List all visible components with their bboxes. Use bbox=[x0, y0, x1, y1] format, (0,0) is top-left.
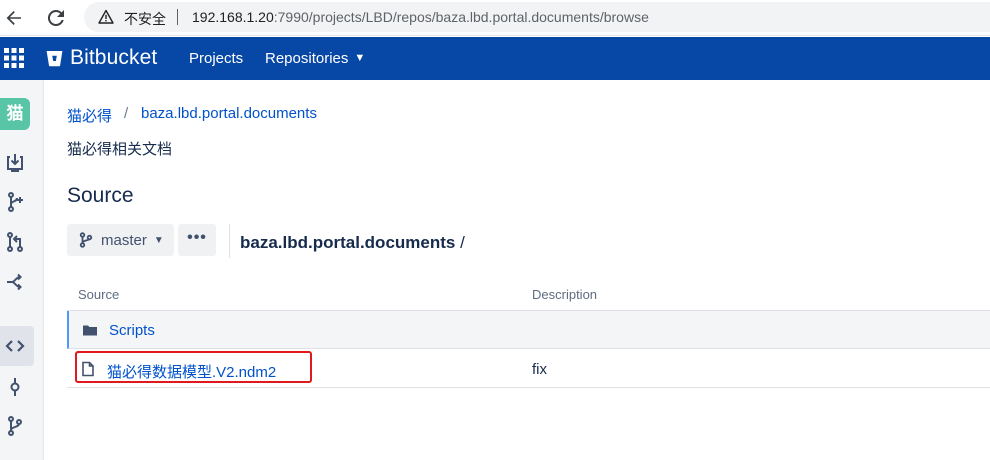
browser-toolbar: 不安全 192.168.1.20:7990/projects/LBD/repos… bbox=[0, 0, 990, 36]
nav-projects[interactable]: Projects bbox=[189, 50, 243, 67]
branch-selector-button[interactable]: master ▼ bbox=[67, 224, 174, 256]
repo-sidebar: 猫 bbox=[0, 80, 44, 460]
security-status[interactable]: 不安全 bbox=[124, 9, 166, 29]
branches-icon[interactable] bbox=[4, 415, 26, 437]
branch-icon bbox=[79, 232, 93, 248]
breadcrumb-project[interactable]: 猫必得 bbox=[67, 105, 112, 126]
pull-request-icon[interactable] bbox=[4, 231, 26, 253]
repository-description: 猫必得相关文档 bbox=[67, 141, 173, 158]
url-host: 192.168.1.20 bbox=[192, 9, 274, 25]
brand-name: Bitbucket bbox=[70, 46, 158, 69]
folder-icon bbox=[83, 325, 97, 336]
folder-link[interactable]: Scripts bbox=[109, 322, 155, 339]
table-row[interactable]: Scripts bbox=[67, 311, 990, 349]
branch-name: master bbox=[101, 231, 147, 249]
app-header: Bitbucket Projects Repositories ▼ bbox=[0, 37, 990, 80]
breadcrumb-repository[interactable]: baza.lbd.portal.documents bbox=[141, 105, 317, 122]
back-arrow-icon[interactable] bbox=[2, 6, 26, 30]
create-branch-icon[interactable] bbox=[4, 191, 26, 213]
more-actions-button[interactable]: ••• bbox=[178, 224, 216, 256]
source-code-icon[interactable] bbox=[4, 335, 26, 357]
chevron-down-icon: ▼ bbox=[354, 52, 366, 64]
path-separator: / bbox=[455, 233, 465, 252]
reload-icon[interactable] bbox=[44, 6, 68, 30]
warning-triangle-icon[interactable] bbox=[98, 9, 114, 25]
commit-icon[interactable] bbox=[4, 376, 26, 398]
address-bar[interactable]: 不安全 192.168.1.20:7990/projects/LBD/repos… bbox=[84, 2, 990, 32]
breadcrumb-separator: / bbox=[124, 105, 129, 122]
toolbar-divider bbox=[229, 224, 230, 258]
column-header-source: Source bbox=[78, 287, 120, 302]
row-description: fix bbox=[532, 361, 547, 378]
url-path: :7990/projects/LBD/repos/baza.lbd.portal… bbox=[273, 9, 649, 25]
bitbucket-logo-icon bbox=[46, 50, 63, 66]
omnibox-divider bbox=[177, 9, 178, 25]
project-avatar[interactable]: 猫 bbox=[0, 98, 30, 130]
highlight-annotation bbox=[75, 351, 312, 383]
path-repository[interactable]: baza.lbd.portal.documents bbox=[240, 233, 455, 252]
column-header-description: Description bbox=[532, 287, 598, 302]
app-switcher-icon[interactable] bbox=[4, 48, 24, 68]
page-title: Source bbox=[67, 184, 134, 207]
bitbucket-home-link[interactable]: Bitbucket bbox=[46, 45, 157, 71]
url-text[interactable]: 192.168.1.20:7990/projects/LBD/repos/baz… bbox=[192, 9, 649, 25]
chevron-down-icon: ▼ bbox=[153, 234, 164, 246]
nav-repositories-label: Repositories bbox=[265, 50, 349, 67]
file-path: baza.lbd.portal.documents / bbox=[240, 233, 465, 253]
fork-icon[interactable] bbox=[4, 271, 26, 293]
clone-download-icon[interactable] bbox=[4, 151, 26, 173]
nav-repositories[interactable]: Repositories ▼ bbox=[265, 50, 365, 67]
